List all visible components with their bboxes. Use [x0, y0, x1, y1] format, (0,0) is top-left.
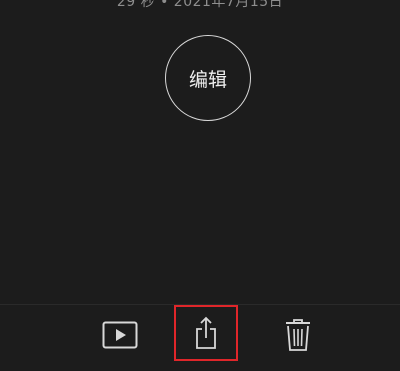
play-button[interactable]	[100, 316, 140, 354]
play-icon	[102, 321, 138, 349]
trash-icon	[286, 319, 310, 351]
video-meta-text: 29 秒 • 2021年7月15日	[116, 0, 284, 10]
edit-button-label: 编辑	[188, 68, 227, 91]
edit-button[interactable]: 编辑	[165, 35, 251, 121]
video-detail-screen: 29 秒 • 2021年7月15日 编辑	[0, 0, 400, 371]
delete-button[interactable]	[278, 314, 318, 356]
share-button[interactable]	[174, 305, 238, 361]
share-icon	[196, 316, 216, 349]
